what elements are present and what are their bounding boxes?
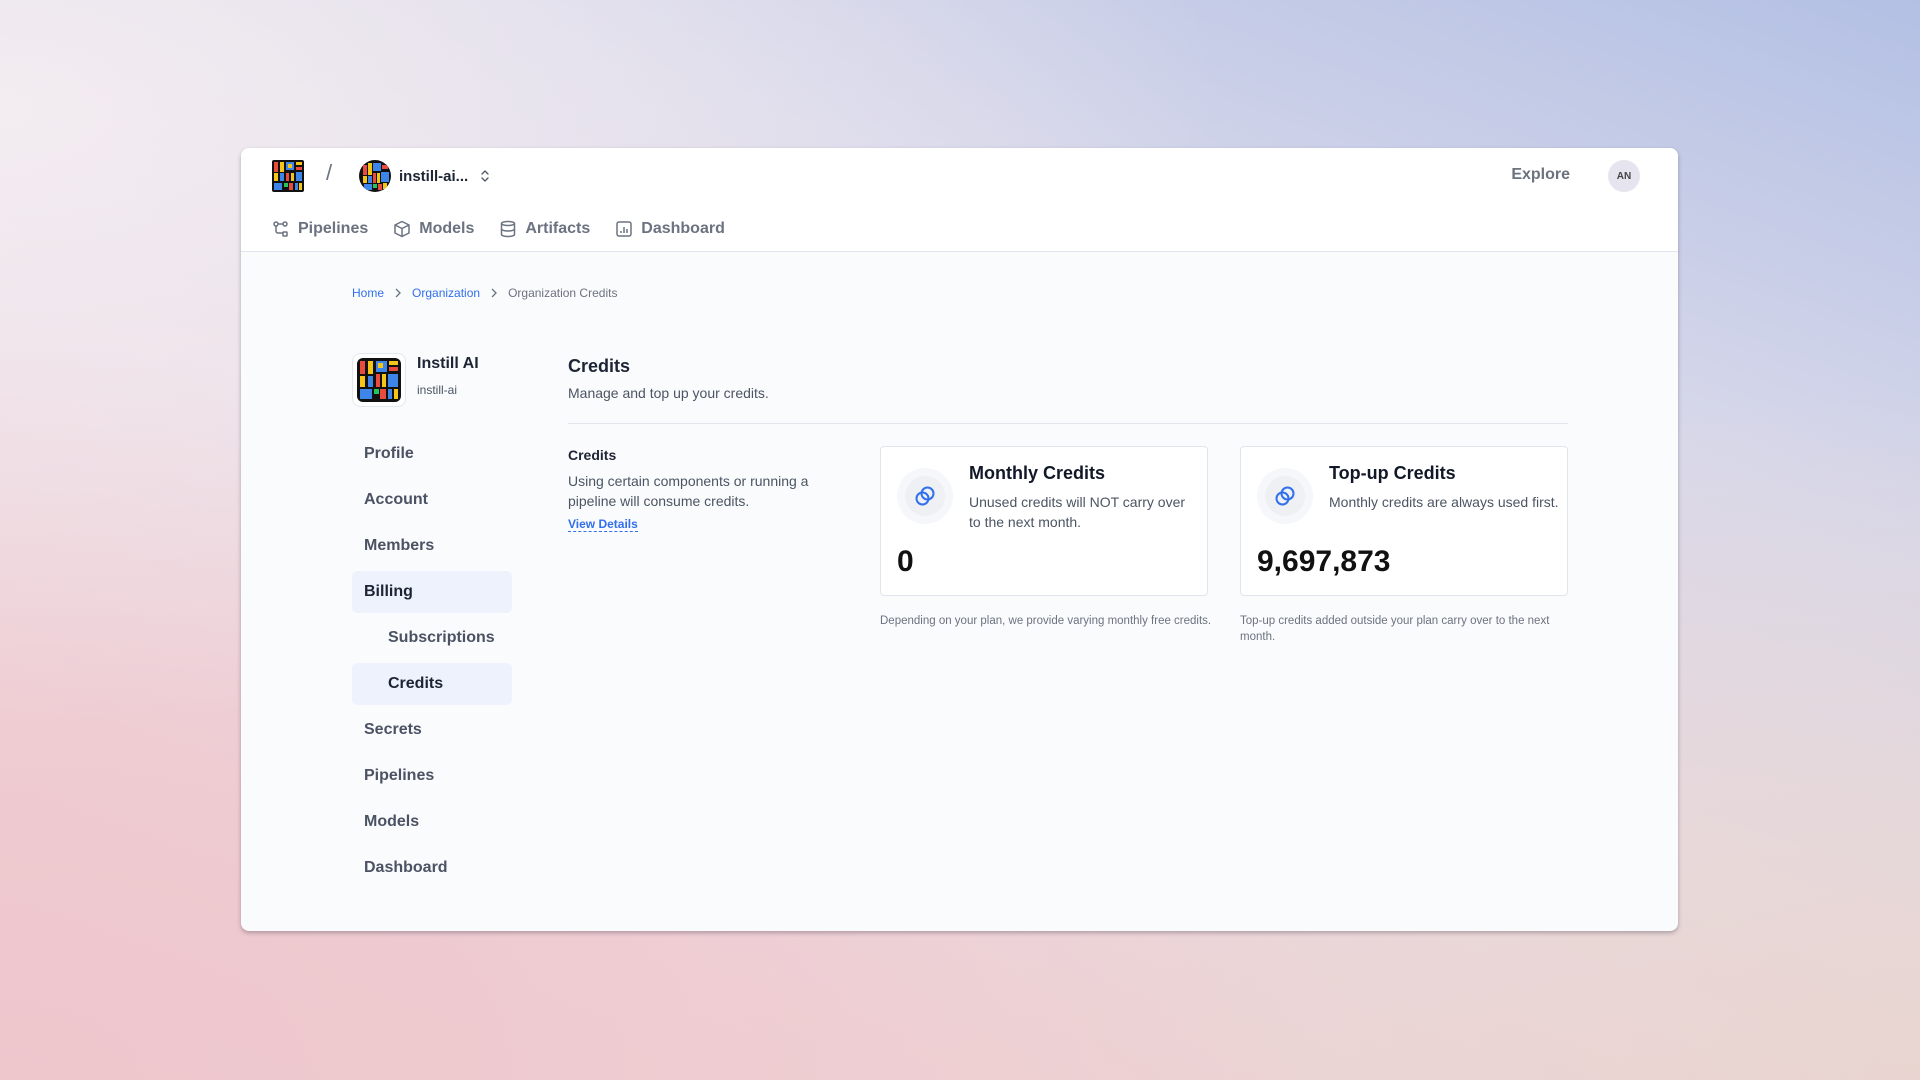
breadcrumb-current: Organization Credits [508, 286, 618, 300]
nav-models-label: Models [419, 220, 475, 237]
topup-credits-title: Top-up Credits [1329, 463, 1456, 483]
database-icon [501, 220, 516, 238]
chevron-right-icon [395, 288, 401, 298]
page-header: Credits Manage and top up your credits. [568, 356, 1568, 424]
nav-artifacts-label: Artifacts [525, 220, 591, 237]
breadcrumb: Home Organization Organization Credits [352, 286, 617, 300]
coins-icon [1257, 468, 1313, 524]
org-switcher[interactable]: instill-ai... [359, 160, 490, 192]
bar-chart-icon [616, 221, 633, 237]
org-handle: instill-ai [417, 383, 458, 397]
sidebar-item-secrets[interactable]: Secrets [352, 709, 512, 751]
nav-pipelines[interactable]: Pipelines [272, 220, 368, 238]
nav-dashboard-label: Dashboard [641, 220, 725, 237]
instill-logo[interactable] [272, 160, 304, 192]
sidebar-item-members[interactable]: Members [352, 525, 512, 567]
section-description: Using certain components or running a pi… [568, 473, 809, 509]
cube-icon [394, 220, 410, 238]
breadcrumb-organization[interactable]: Organization [412, 286, 480, 300]
org-switcher-label: instill-ai... [399, 167, 469, 185]
sidebar-item-profile[interactable]: Profile [352, 433, 512, 475]
breadcrumb-home[interactable]: Home [352, 286, 384, 300]
settings-sidebar: Profile Account Members Billing Subscrip… [352, 433, 512, 893]
monthly-credits-value: 0 [897, 545, 914, 578]
topup-credits-note: Top-up credits added outside your plan c… [1240, 615, 1550, 643]
chevron-right-icon [491, 288, 497, 298]
topup-credits-card: Top-up Credits Monthly credits are alway… [1240, 446, 1568, 596]
org-avatar-small [359, 160, 391, 192]
divider [568, 423, 1568, 424]
credits-section-info: Credits Using certain components or runn… [568, 447, 838, 533]
org-header: Instill AI instill-ai [352, 353, 479, 407]
monthly-credits-title: Monthly Credits [969, 463, 1106, 483]
app-window: / instill-ai... Explore AN Pipelines Mod… [241, 148, 1678, 931]
top-bar: / instill-ai... Explore AN Pipelines Mod… [241, 148, 1678, 252]
nav-pipelines-label: Pipelines [298, 220, 369, 237]
monthly-credits-card: Monthly Credits Unused credits will NOT … [880, 446, 1208, 596]
nav-artifacts[interactable]: Artifacts [499, 220, 590, 238]
sidebar-item-models[interactable]: Models [352, 801, 512, 843]
monthly-credits-note: Depending on your plan, we provide varyi… [880, 615, 1212, 627]
coins-icon [897, 468, 953, 524]
section-title: Credits [568, 447, 617, 463]
topup-credits-value: 9,697,873 [1257, 545, 1391, 578]
org-name: Instill AI [417, 355, 479, 372]
nav-dashboard[interactable]: Dashboard [615, 220, 725, 238]
topup-credits-description: Monthly credits are always used first. [1329, 494, 1559, 510]
org-avatar [352, 353, 406, 407]
sidebar-item-account[interactable]: Account [352, 479, 512, 521]
sidebar-item-subscriptions[interactable]: Subscriptions [352, 617, 512, 659]
user-avatar[interactable]: AN [1608, 160, 1640, 192]
monthly-credits-description: Unused credits will NOT carry over to th… [969, 494, 1186, 530]
pipeline-icon [273, 221, 288, 237]
sidebar-item-pipelines[interactable]: Pipelines [352, 755, 512, 797]
page-title: Credits [568, 356, 631, 376]
view-details-link[interactable]: View Details [568, 517, 638, 532]
page-subtitle: Manage and top up your credits. [568, 385, 769, 401]
sidebar-item-billing[interactable]: Billing [352, 571, 512, 613]
sidebar-item-credits[interactable]: Credits [352, 663, 512, 705]
chevron-up-down-icon [481, 170, 489, 182]
explore-link[interactable]: Explore [1511, 166, 1570, 184]
main-nav: Pipelines Models Artifacts Dashboard [272, 220, 725, 238]
breadcrumb-separator: / [326, 160, 333, 185]
nav-models[interactable]: Models [393, 220, 474, 238]
sidebar-item-dashboard[interactable]: Dashboard [352, 847, 512, 889]
